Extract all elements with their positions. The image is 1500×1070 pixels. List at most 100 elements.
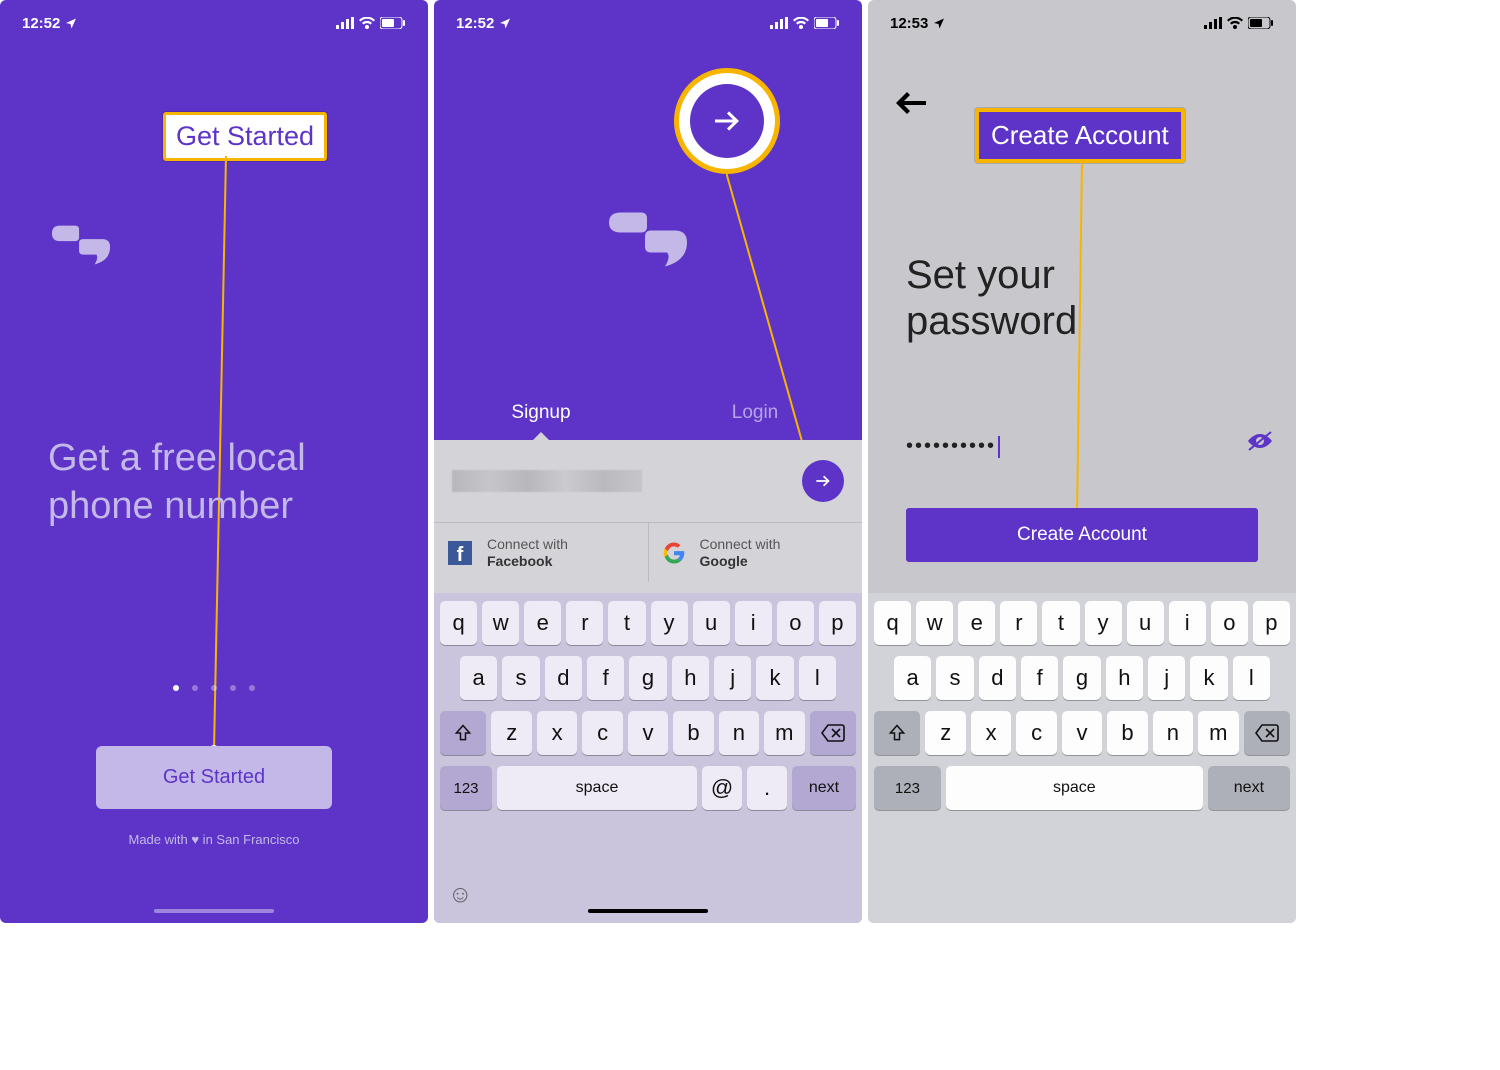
facebook-icon: f bbox=[448, 541, 472, 565]
key-i[interactable]: i bbox=[735, 601, 772, 645]
signup-panel: f Connect with Facebook Connect with Goo… bbox=[434, 440, 862, 923]
key-x[interactable]: x bbox=[537, 711, 577, 755]
key-e[interactable]: e bbox=[524, 601, 561, 645]
key-y[interactable]: y bbox=[651, 601, 688, 645]
key-m[interactable]: m bbox=[1198, 711, 1238, 755]
key-n[interactable]: n bbox=[1153, 711, 1193, 755]
cellular-icon bbox=[336, 17, 354, 29]
keyboard: qwertyuiop asdfghjkl zxcvbnm 123 space @… bbox=[434, 593, 862, 923]
key-b[interactable]: b bbox=[1107, 711, 1147, 755]
home-indicator[interactable] bbox=[154, 909, 274, 913]
key-b[interactable]: b bbox=[673, 711, 713, 755]
key-h[interactable]: h bbox=[1106, 656, 1143, 700]
key-space[interactable]: space bbox=[497, 766, 697, 810]
key-k[interactable]: k bbox=[1190, 656, 1227, 700]
tab-login[interactable]: Login bbox=[648, 394, 862, 432]
get-started-button[interactable]: Get Started bbox=[96, 746, 332, 809]
key-o[interactable]: o bbox=[777, 601, 814, 645]
key-shift[interactable] bbox=[874, 711, 921, 755]
tab-signup[interactable]: Signup bbox=[434, 394, 648, 432]
status-time: 12:52 bbox=[22, 15, 60, 32]
key-d[interactable]: d bbox=[979, 656, 1016, 700]
key-q[interactable]: q bbox=[440, 601, 477, 645]
cellular-icon bbox=[1204, 17, 1222, 29]
key-next[interactable]: next bbox=[792, 766, 856, 810]
key-e[interactable]: e bbox=[958, 601, 995, 645]
connect-facebook-button[interactable]: f Connect with Facebook bbox=[434, 523, 649, 582]
key-a[interactable]: a bbox=[460, 656, 497, 700]
key-q[interactable]: q bbox=[874, 601, 911, 645]
key-u[interactable]: u bbox=[693, 601, 730, 645]
battery-icon bbox=[1248, 17, 1274, 29]
key-r[interactable]: r bbox=[566, 601, 603, 645]
key-z[interactable]: z bbox=[491, 711, 531, 755]
app-logo-icon bbox=[50, 218, 112, 270]
key-v[interactable]: v bbox=[628, 711, 668, 755]
key-y[interactable]: y bbox=[1085, 601, 1122, 645]
key-space[interactable]: space bbox=[946, 766, 1203, 810]
email-input[interactable] bbox=[452, 470, 642, 492]
location-icon bbox=[933, 17, 945, 29]
key-g[interactable]: g bbox=[629, 656, 666, 700]
key-l[interactable]: l bbox=[799, 656, 836, 700]
key-i[interactable]: i bbox=[1169, 601, 1206, 645]
key-123[interactable]: 123 bbox=[874, 766, 941, 810]
key-l[interactable]: l bbox=[1233, 656, 1270, 700]
key-h[interactable]: h bbox=[672, 656, 709, 700]
key-shift[interactable] bbox=[440, 711, 487, 755]
key-x[interactable]: x bbox=[971, 711, 1011, 755]
key-t[interactable]: t bbox=[1042, 601, 1079, 645]
key-c[interactable]: c bbox=[582, 711, 622, 755]
key-n[interactable]: n bbox=[719, 711, 759, 755]
key-z[interactable]: z bbox=[925, 711, 965, 755]
key-a[interactable]: a bbox=[894, 656, 931, 700]
key-k[interactable]: k bbox=[756, 656, 793, 700]
key-123[interactable]: 123 bbox=[440, 766, 492, 810]
key-f[interactable]: f bbox=[587, 656, 624, 700]
key-c[interactable]: c bbox=[1016, 711, 1056, 755]
key-j[interactable]: j bbox=[1148, 656, 1185, 700]
next-button[interactable] bbox=[802, 460, 844, 502]
key-j[interactable]: j bbox=[714, 656, 751, 700]
key-s[interactable]: s bbox=[936, 656, 973, 700]
wifi-icon bbox=[1227, 17, 1243, 29]
key-v[interactable]: v bbox=[1062, 711, 1102, 755]
key-backspace[interactable] bbox=[810, 711, 857, 755]
connect-google-button[interactable]: Connect with Google bbox=[649, 523, 863, 582]
create-account-button[interactable]: Create Account bbox=[906, 508, 1258, 562]
key-next[interactable]: next bbox=[1208, 766, 1290, 810]
back-button[interactable] bbox=[896, 92, 926, 114]
key-w[interactable]: w bbox=[482, 601, 519, 645]
wifi-icon bbox=[793, 17, 809, 29]
key-at[interactable]: @ bbox=[702, 766, 742, 810]
key-d[interactable]: d bbox=[545, 656, 582, 700]
key-o[interactable]: o bbox=[1211, 601, 1248, 645]
footer-text: Made with ♥ in San Francisco bbox=[0, 832, 428, 847]
page-indicator bbox=[173, 685, 255, 691]
key-s[interactable]: s bbox=[502, 656, 539, 700]
location-icon bbox=[499, 17, 511, 29]
key-f[interactable]: f bbox=[1021, 656, 1058, 700]
key-dot[interactable]: . bbox=[747, 766, 787, 810]
password-input[interactable]: •••••••••• bbox=[906, 430, 1258, 464]
key-w[interactable]: w bbox=[916, 601, 953, 645]
text-cursor bbox=[998, 436, 1000, 458]
home-indicator[interactable] bbox=[588, 909, 708, 913]
key-p[interactable]: p bbox=[819, 601, 856, 645]
screen-signup: 12:52 Signup Login f bbox=[434, 0, 862, 923]
status-bar: 12:53 bbox=[868, 0, 1296, 40]
emoji-key[interactable]: ☺ bbox=[448, 881, 473, 909]
key-u[interactable]: u bbox=[1127, 601, 1164, 645]
key-t[interactable]: t bbox=[608, 601, 645, 645]
screen-set-password: 12:53 Create Account Set your password •… bbox=[868, 0, 1296, 923]
toggle-password-visibility[interactable] bbox=[1246, 430, 1274, 452]
callout-get-started: Get Started bbox=[163, 112, 327, 161]
status-icons bbox=[770, 17, 840, 29]
key-p[interactable]: p bbox=[1253, 601, 1290, 645]
key-r[interactable]: r bbox=[1000, 601, 1037, 645]
arrow-right-icon bbox=[813, 471, 833, 491]
key-g[interactable]: g bbox=[1063, 656, 1100, 700]
location-icon bbox=[65, 17, 77, 29]
key-m[interactable]: m bbox=[764, 711, 804, 755]
key-backspace[interactable] bbox=[1244, 711, 1291, 755]
